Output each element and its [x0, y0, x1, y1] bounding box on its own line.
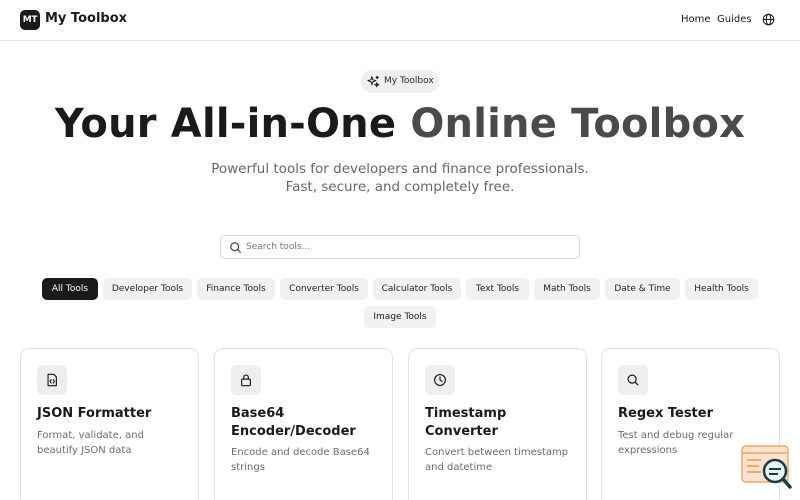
page-title-part2: Online Toolbox — [410, 101, 746, 147]
code-file-icon — [47, 373, 57, 387]
tool-card-description: Encode and decode Base64 strings — [231, 447, 370, 473]
hero-badge-label: My Toolbox — [384, 76, 434, 86]
search-icon — [627, 374, 639, 386]
lock-icon — [241, 374, 251, 387]
page-title-part1: Your All-in-One — [54, 101, 411, 147]
top-navbar: MT My Toolbox Home Guides — [0, 0, 800, 41]
category-chip-math-tools[interactable]: Math Tools — [534, 278, 600, 300]
sparkles-icon — [367, 75, 380, 88]
category-chip-image-tools[interactable]: Image Tools — [364, 306, 436, 328]
search-input[interactable] — [246, 239, 566, 255]
tool-card-title: Regex Tester — [618, 406, 713, 421]
globe-icon[interactable] — [762, 13, 775, 26]
page-subtitle: Powerful tools for developers and financ… — [211, 161, 589, 195]
brand-name[interactable]: My Toolbox — [45, 11, 127, 26]
search-box — [220, 235, 580, 259]
tool-card-title: Base64 Encoder/Decoder — [231, 406, 356, 439]
nav-home-link[interactable]: Home — [681, 14, 711, 25]
category-chip-calculator-tools[interactable]: Calculator Tools — [373, 278, 461, 300]
card-icon-box — [425, 365, 455, 395]
tool-card-title: Timestamp Converter — [425, 406, 507, 439]
tool-card-description: Format, validate, and beautify JSON data — [37, 430, 144, 456]
card-icon-box — [231, 365, 261, 395]
tool-card-base64[interactable]: Base64 Encoder/Decoder Encode and decode… — [214, 348, 393, 500]
tool-card-json-formatter[interactable]: JSON Formatter Format, validate, and bea… — [20, 348, 199, 500]
category-chip-date-time[interactable]: Date & Time — [605, 278, 680, 300]
logo-badge[interactable]: MT — [20, 10, 40, 30]
floating-widget-icon[interactable] — [741, 444, 793, 490]
category-chip-health-tools[interactable]: Health Tools — [685, 278, 758, 300]
card-icon-box — [618, 365, 648, 395]
category-chip-finance-tools[interactable]: Finance Tools — [197, 278, 275, 300]
card-icon-box — [37, 365, 67, 395]
nav-guides-link[interactable]: Guides — [717, 14, 752, 25]
category-chip-converter-tools[interactable]: Converter Tools — [280, 278, 368, 300]
tool-card-timestamp-converter[interactable]: Timestamp Converter Convert between time… — [408, 348, 587, 500]
page-title: Your All-in-One Online Toolbox — [0, 101, 800, 147]
tool-card-title: JSON Formatter — [37, 406, 152, 421]
category-chip-all-tools[interactable]: All Tools — [42, 278, 98, 300]
hero-badge: My Toolbox — [361, 70, 439, 93]
category-chip-text-tools[interactable]: Text Tools — [466, 278, 529, 300]
search-icon — [230, 242, 241, 253]
tool-card-description: Convert between timestamp and datetime — [425, 447, 569, 473]
clock-icon — [434, 374, 446, 386]
category-chip-developer-tools[interactable]: Developer Tools — [103, 278, 192, 300]
